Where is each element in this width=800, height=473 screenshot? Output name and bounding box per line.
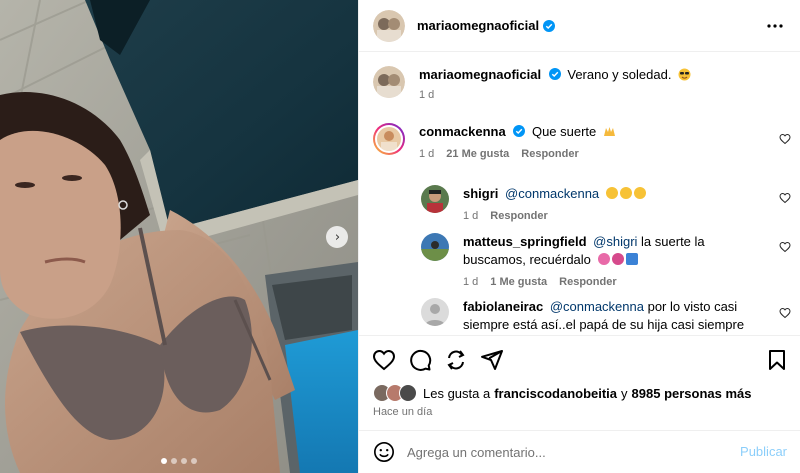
laughing-emoji: [605, 187, 618, 199]
free-emoji: [625, 253, 638, 265]
replier-avatar[interactable]: [421, 233, 449, 261]
bookmark-icon[interactable]: [765, 348, 789, 372]
comment-item: conmackenna Que suerte 1 d 21 Me gusta R…: [373, 123, 616, 161]
carousel-dot-active: [161, 458, 167, 464]
likes-summary: Les gusta a franciscodanobeitia y 8985 p…: [373, 384, 752, 402]
comment-composer: Publicar: [359, 430, 800, 473]
commenter-avatar[interactable]: [373, 123, 405, 155]
carousel-dot: [191, 458, 197, 464]
publish-button[interactable]: Publicar: [740, 444, 787, 459]
reply-item: matteus_springfield @shigri la suerte la…: [421, 233, 771, 289]
verified-badge-icon: [543, 19, 556, 32]
send-icon[interactable]: [480, 348, 504, 372]
reply-item: fabiolaneirac @conmackenna por lo visto …: [421, 298, 771, 335]
post-actions: Les gusta a franciscodanobeitia y 8985 p…: [359, 335, 800, 440]
replier-username[interactable]: shigri: [463, 186, 498, 201]
tulip-emoji: [611, 253, 624, 265]
commenter-username[interactable]: conmackenna: [419, 124, 506, 139]
likes-joiner: y: [621, 385, 628, 401]
reply-button[interactable]: Responder: [490, 209, 547, 223]
liker-avatar: [399, 384, 417, 402]
author-avatar[interactable]: [373, 9, 405, 42]
flower-emoji: [597, 253, 610, 265]
comment-text: Que suerte: [531, 124, 597, 139]
post-header: mariaomegnaoficial: [359, 0, 800, 52]
reply-button[interactable]: Responder: [559, 275, 616, 289]
like-comment-heart-icon[interactable]: [779, 192, 791, 204]
liker-username[interactable]: franciscodanobeitia: [494, 386, 617, 401]
post-photo: [0, 0, 358, 473]
next-photo-button[interactable]: ›: [326, 226, 348, 248]
emoji-icon[interactable]: [373, 441, 395, 463]
reply-mention[interactable]: @conmackenna: [550, 299, 644, 314]
reply-mention[interactable]: @conmackenna: [505, 186, 599, 201]
raising-hands-emoji: [603, 127, 615, 136]
instagram-post-view: › mariaomegnaoficial mariaomegnaoficial …: [0, 0, 800, 473]
caption-username[interactable]: mariaomegnaoficial: [419, 67, 541, 82]
laughing-emoji: [633, 187, 646, 199]
likes-others[interactable]: 8985 personas más: [632, 386, 752, 401]
caption-time: 1 d: [419, 89, 435, 101]
reply-time: 1 d: [463, 210, 479, 222]
replier-avatar[interactable]: [421, 185, 449, 213]
more-options-button[interactable]: [765, 16, 785, 36]
post-caption: mariaomegnaoficial Verano y soledad. 1 d: [373, 66, 691, 102]
likes-prefix: Les gusta a: [423, 385, 491, 401]
share-icon[interactable]: [444, 348, 468, 372]
verified-badge-icon: [513, 125, 526, 137]
author-avatar[interactable]: [373, 66, 405, 98]
heart-icon[interactable]: [372, 348, 396, 372]
replier-avatar[interactable]: [421, 298, 449, 326]
like-comment-heart-icon[interactable]: [779, 133, 791, 145]
laughing-emoji: [619, 187, 632, 199]
more-horizontal-icon: [767, 24, 783, 28]
comment-input[interactable]: [407, 444, 727, 460]
sunglasses-face-emoji: [678, 68, 691, 81]
reply-time: 1 d: [463, 276, 479, 288]
comment-like-count[interactable]: 21 Me gusta: [446, 147, 509, 161]
comment-time: 1 d: [419, 148, 435, 160]
liker-avatars[interactable]: [373, 384, 419, 402]
caption-text: Verano y soledad.: [567, 67, 672, 82]
comments-list[interactable]: mariaomegnaoficial Verano y soledad. 1 d: [359, 53, 800, 335]
carousel-indicator: [161, 458, 197, 464]
reply-button[interactable]: Responder: [521, 147, 578, 161]
chevron-right-icon: ›: [334, 229, 341, 245]
reply-mention[interactable]: @shigri: [593, 234, 637, 249]
like-comment-heart-icon[interactable]: [779, 241, 791, 253]
post-time: Hace un día: [373, 406, 433, 418]
replier-username[interactable]: matteus_springfield: [463, 234, 587, 249]
reply-item: shigri @conmackenna 1 d Responder: [421, 185, 648, 223]
like-comment-heart-icon[interactable]: [779, 307, 791, 319]
reply-like-count[interactable]: 1 Me gusta: [490, 275, 547, 289]
author-username[interactable]: mariaomegnaoficial: [417, 18, 539, 33]
comment-icon[interactable]: [408, 348, 432, 372]
post-panel: mariaomegnaoficial mariaomegnaoficial Ve…: [358, 0, 800, 473]
replier-username[interactable]: fabiolaneirac: [463, 299, 543, 314]
post-media[interactable]: ›: [0, 0, 358, 473]
verified-badge-icon: [548, 68, 561, 80]
carousel-dot: [181, 458, 187, 464]
carousel-dot: [171, 458, 177, 464]
